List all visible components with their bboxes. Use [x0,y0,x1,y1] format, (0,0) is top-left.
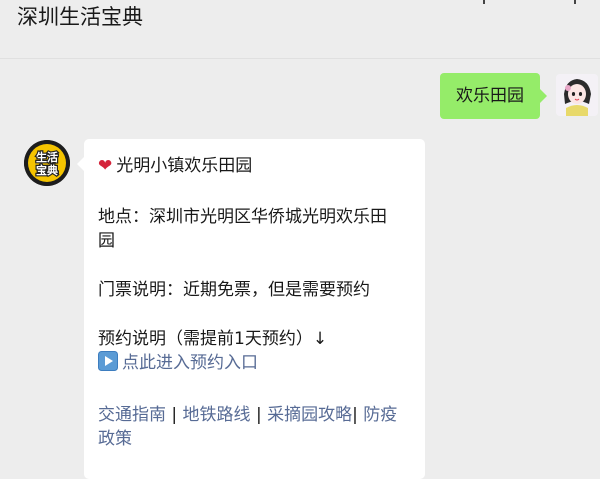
heading-text: 光明小镇欢乐田园 [116,156,253,176]
received-message-bubble: ❤ 光明小镇欢乐田园 地点：深圳市光明区华侨城光明欢乐田 园 门票说明：近期免票，… [77,139,425,479]
play-button-icon [98,351,118,371]
booking-info: 预约说明（需提前1天预约）↓ [98,329,328,349]
bot-avatar[interactable]: 生活 宝典 [24,140,70,186]
separator: | [166,405,183,425]
picking-guide-link[interactable]: 采摘园攻略 [267,405,352,425]
avatar-text-top: 生活 [36,150,58,164]
heart-icon: ❤ [98,156,113,176]
user-avatar[interactable] [556,74,598,116]
location-line-2: 园 [98,231,115,251]
location-line-1: 地点：深圳市光明区华侨城光明欢乐田 [98,207,387,227]
chat-title: 深圳生活宝典 [17,5,143,29]
links-row-2: 政策 [98,427,418,451]
separator: | [250,405,268,425]
separator: | [352,405,364,425]
sent-message-bubble[interactable]: 欢乐田园 [440,73,547,119]
user-avatar-image [556,74,598,116]
epidemic-policy-link-cont[interactable]: 政策 [98,429,132,449]
message-heading: ❤ 光明小镇欢乐田园 [98,154,418,178]
epidemic-policy-link[interactable]: 防疫 [363,405,397,425]
booking-link-row[interactable]: 点此进入预约入口 [98,351,418,375]
avatar-text-bottom: 宝典 [36,163,58,177]
sent-message-text: 欢乐田园 [456,86,524,106]
traffic-guide-link[interactable]: 交通指南 [98,405,166,425]
bot-avatar-logo: 生活 宝典 [24,140,70,186]
more-menu-icon[interactable] [470,0,590,8]
chat-header: 深圳生活宝典 [0,0,600,59]
booking-link[interactable]: 点此进入预约入口 [122,353,258,373]
metro-route-link[interactable]: 地铁路线 [183,405,251,425]
links-row: 交通指南 | 地铁路线 | 采摘园攻略| 防疫 [98,403,418,427]
ticket-info: 门票说明：近期免票，但是需要预约 [98,280,370,300]
